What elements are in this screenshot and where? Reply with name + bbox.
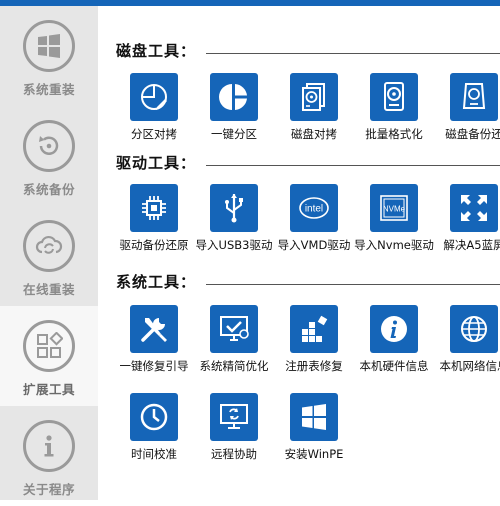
intel-text: intel (305, 204, 323, 215)
grid-shapes-icon (23, 320, 75, 372)
sidebar-item-about[interactable]: 关于程序 (0, 406, 98, 506)
tool-label: 安装WinPE (284, 447, 344, 461)
info-circle-icon (370, 305, 418, 353)
usb-icon (210, 184, 258, 232)
disk-backup-icon (450, 73, 498, 121)
tool-label: 解决A5蓝屏 (443, 238, 500, 252)
tool-label: 磁盘备份还 (445, 127, 500, 141)
section-title-system-tools: 系统工具： (116, 273, 197, 291)
registry-icon (290, 305, 338, 353)
section-divider (206, 284, 500, 285)
windows-logo-icon (290, 393, 338, 441)
pie-partition-icon (210, 73, 258, 121)
hdd-format-icon (370, 73, 418, 121)
remote-monitor-icon (210, 393, 258, 441)
sidebar-item-system-reinstall[interactable]: 系统重装 (0, 6, 98, 106)
partition-copy-icon (130, 73, 178, 121)
sidebar-item-label: 系统重装 (22, 82, 75, 97)
sidebar-item-system-backup[interactable]: 系统备份 (0, 106, 98, 206)
section-divider (206, 165, 500, 166)
sidebar-item-label: 系统备份 (22, 182, 75, 197)
sidebar: 系统重装 系统备份 在线重装 扩展工具 关于程序 (0, 6, 98, 500)
intel-icon: intel (290, 184, 338, 232)
nvme-text: NVMe (383, 205, 406, 214)
clock-icon (130, 393, 178, 441)
section-title-driver-tools: 驱动工具： (116, 154, 197, 172)
sidebar-item-label: 扩展工具 (22, 382, 75, 397)
section-title-disk-tools: 磁盘工具： (116, 42, 197, 60)
tool-label: 本机网络信息 (439, 359, 500, 373)
cloud-sync-icon (23, 220, 75, 272)
sidebar-item-label: 关于程序 (22, 482, 75, 497)
expand-arrows-icon (450, 184, 498, 232)
wrench-screwdriver-icon (130, 305, 178, 353)
info-icon (23, 420, 75, 472)
sidebar-item-extension-tools[interactable]: 扩展工具 (0, 306, 98, 406)
sidebar-item-online-reinstall[interactable]: 在线重装 (0, 206, 98, 306)
disk-copy-icon (290, 73, 338, 121)
monitor-check-icon (210, 305, 258, 353)
windows-icon (23, 20, 75, 72)
backup-restore-icon (23, 120, 75, 172)
chip-icon (130, 184, 178, 232)
section-divider (206, 53, 500, 54)
sidebar-item-label: 在线重装 (22, 282, 75, 297)
globe-icon (450, 305, 498, 353)
nvme-icon: NVMe (370, 184, 418, 232)
